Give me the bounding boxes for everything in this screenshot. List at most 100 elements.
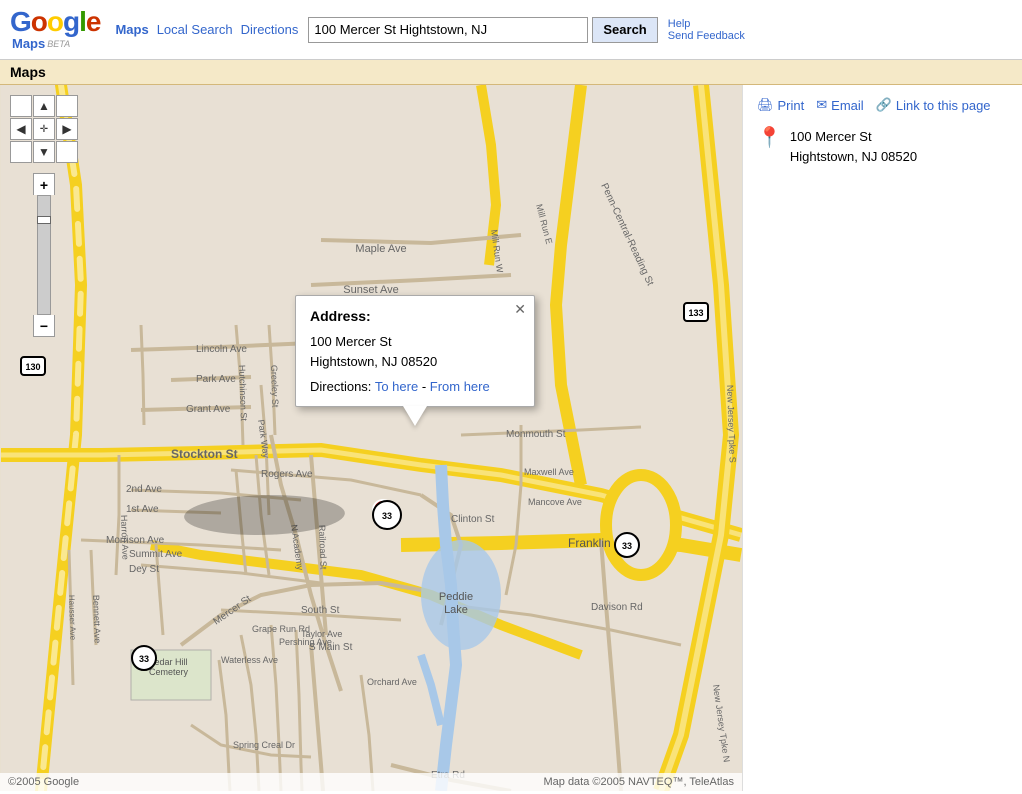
nav-directions-link[interactable]: Directions [241, 22, 299, 37]
svg-text:Grape Run Rd: Grape Run Rd [252, 624, 310, 634]
info-popup: ✕ Address: 100 Mercer St Hightstown, NJ … [295, 295, 535, 407]
map-container[interactable]: Maple Ave Sunset Ave Lincoln Ave Park Av… [0, 85, 742, 791]
result-pin-icon: 📍 [757, 125, 782, 150]
svg-text:Harron Ave: Harron Ave [119, 515, 131, 560]
svg-text:Orchard Ave: Orchard Ave [367, 677, 417, 687]
svg-text:Spring Creal Dr: Spring Creal Dr [233, 740, 295, 750]
email-label: Email [831, 98, 864, 113]
print-tool[interactable]: 🖨 Print [757, 97, 804, 113]
svg-text:Railroad St: Railroad St [317, 525, 329, 570]
nav-right-button[interactable]: ▶ [56, 118, 78, 140]
logo-e: e [86, 6, 101, 37]
svg-text:133: 133 [688, 308, 703, 318]
zoom-out-button[interactable]: − [33, 315, 55, 337]
svg-text:Davison Rd: Davison Rd [591, 602, 643, 613]
link-tool[interactable]: 🔗 Link to this page [876, 97, 991, 113]
svg-text:1st Ave: 1st Ave [126, 504, 159, 515]
svg-text:Grant Ave: Grant Ave [186, 404, 231, 415]
svg-text:Mancove Ave: Mancove Ave [528, 497, 582, 507]
nav-up-button[interactable]: ▲ [33, 95, 55, 117]
svg-text:130: 130 [25, 362, 40, 372]
svg-text:Greeley St: Greeley St [269, 365, 280, 408]
nav-maps-link[interactable]: Maps [115, 22, 148, 37]
nav-blank-tl [10, 95, 32, 117]
svg-text:Monmouth St: Monmouth St [506, 429, 566, 440]
right-panel: 🖨 Print ✉ Email 🔗 Link to this page 📍 10… [742, 85, 1022, 791]
svg-text:Hutchinson St: Hutchinson St [237, 365, 249, 422]
svg-text:Morrison Ave: Morrison Ave [106, 535, 165, 546]
nav-left-button[interactable]: ◀ [10, 118, 32, 140]
popup-tail [403, 406, 427, 426]
zoom-slider[interactable] [37, 195, 51, 315]
to-here-link[interactable]: To here [375, 379, 418, 394]
logo-o2: o [47, 6, 63, 37]
svg-text:Waterless Ave: Waterless Ave [221, 655, 278, 665]
logo-maps-text: Maps [12, 36, 45, 51]
maps-bar: Maps [0, 60, 1022, 85]
maps-bar-title: Maps [10, 64, 46, 80]
svg-text:Park Ave: Park Ave [196, 374, 236, 385]
result-address-line1: 100 Mercer St [790, 127, 917, 147]
print-label: Print [778, 98, 805, 113]
logo-g2: g [63, 6, 79, 37]
from-here-link[interactable]: From here [430, 379, 490, 394]
popup-directions: Directions: To here - From here [310, 379, 520, 394]
popup-close-button[interactable]: ✕ [514, 302, 526, 316]
directions-label: Directions: [310, 379, 371, 394]
svg-text:Rogers Ave: Rogers Ave [261, 469, 313, 480]
popup-address: 100 Mercer St Hightstown, NJ 08520 [310, 332, 520, 371]
nav-blank-br [56, 141, 78, 163]
feedback-link[interactable]: Send Feedback [668, 30, 745, 42]
svg-text:Lincoln Ave: Lincoln Ave [196, 344, 247, 355]
svg-text:Summit Ave: Summit Ave [129, 549, 183, 560]
result-address: 100 Mercer St Hightstown, NJ 08520 [790, 127, 917, 166]
logo-area: Google Maps BETA [10, 8, 100, 51]
help-links: Help Send Feedback [668, 18, 745, 42]
logo-l: l [79, 6, 86, 37]
svg-text:Lake: Lake [444, 604, 468, 616]
search-area: Search Help Send Feedback [308, 17, 1012, 43]
map-controls: ▲ ◀ ✛ ▶ ▼ + − [10, 95, 78, 337]
svg-text:Cemetery: Cemetery [149, 667, 189, 677]
help-link[interactable]: Help [668, 18, 745, 30]
svg-text:Peddie: Peddie [439, 591, 473, 603]
link-icon: 🔗 [876, 97, 892, 113]
logo-beta-label: BETA [47, 39, 70, 49]
svg-text:Clinton St: Clinton St [451, 514, 495, 525]
svg-text:33: 33 [382, 511, 392, 521]
zoom-handle[interactable] [37, 216, 51, 224]
map-footer: ©2005 Google Map data ©2005 NAVTEQ™, Tel… [0, 773, 742, 791]
main-content: Maple Ave Sunset Ave Lincoln Ave Park Av… [0, 85, 1022, 791]
nav-center-button[interactable]: ✛ [33, 118, 55, 140]
zoom-in-button[interactable]: + [33, 173, 55, 195]
svg-text:Stockton St: Stockton St [171, 447, 238, 461]
search-input[interactable] [308, 17, 588, 43]
print-icon: 🖨 [757, 97, 774, 113]
popup-title: Address: [310, 308, 520, 324]
svg-text:33: 33 [622, 541, 632, 551]
svg-text:Maple Ave: Maple Ave [355, 243, 406, 255]
email-tool[interactable]: ✉ Email [816, 97, 863, 113]
svg-text:33: 33 [139, 654, 149, 664]
svg-text:South St: South St [301, 605, 340, 616]
header: Google Maps BETA Maps Local Search Direc… [0, 0, 1022, 60]
popup-address-line2: Hightstown, NJ 08520 [310, 354, 437, 369]
result-address-line2: Hightstown, NJ 08520 [790, 147, 917, 167]
google-logo: Google [10, 8, 100, 36]
logo-g: G [10, 6, 31, 37]
popup-address-line1: 100 Mercer St [310, 334, 392, 349]
nav-links: Maps Local Search Directions [115, 22, 298, 37]
logo-o1: o [31, 6, 47, 37]
nav-blank-tr [56, 95, 78, 117]
map-data-credit: Map data ©2005 NAVTEQ™, TeleAtlas [543, 776, 734, 788]
map-copyright: ©2005 Google [8, 776, 79, 788]
search-button[interactable]: Search [592, 17, 657, 43]
svg-text:Maxwell Ave: Maxwell Ave [524, 467, 574, 477]
email-icon: ✉ [816, 97, 827, 113]
panel-tools: 🖨 Print ✉ Email 🔗 Link to this page [757, 97, 1008, 113]
svg-text:Bennett Ave: Bennett Ave [91, 595, 103, 644]
zoom-bar: + − [33, 173, 55, 337]
svg-text:2nd Ave: 2nd Ave [126, 484, 162, 495]
nav-local-search-link[interactable]: Local Search [157, 22, 233, 37]
nav-down-button[interactable]: ▼ [33, 141, 55, 163]
